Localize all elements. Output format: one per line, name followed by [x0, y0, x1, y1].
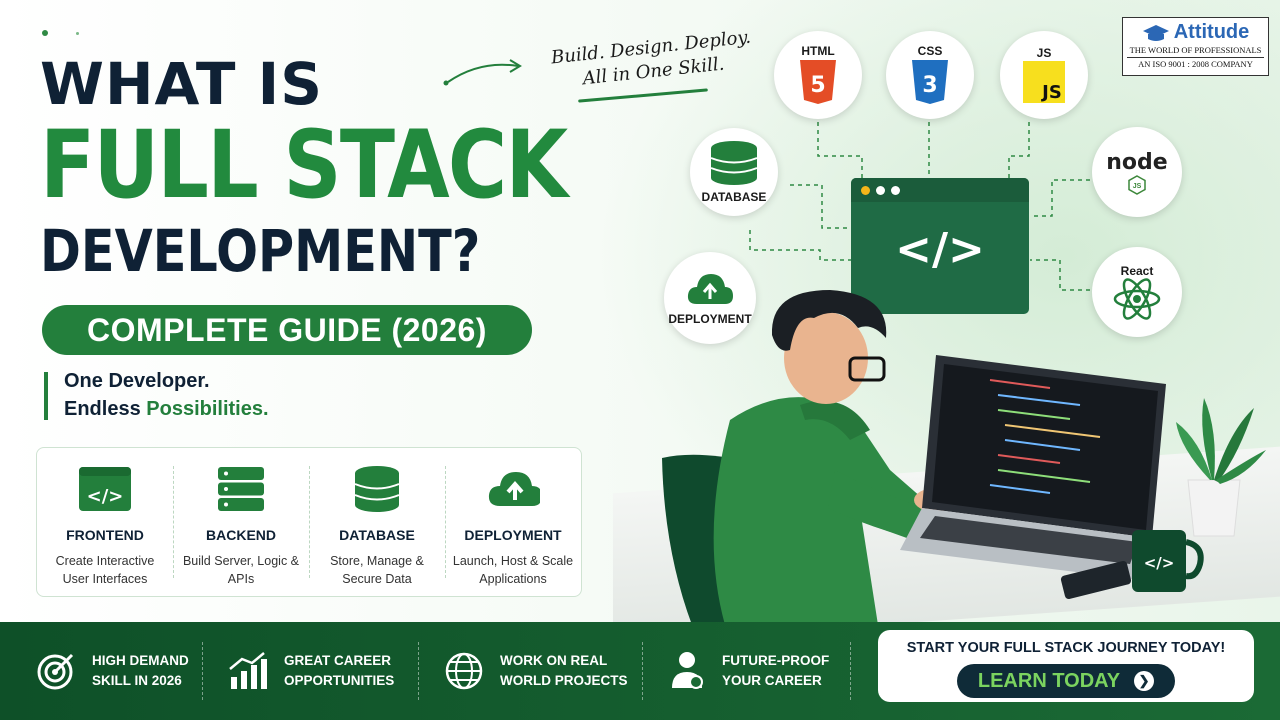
globe-icon: [445, 652, 483, 690]
benefit-line: FUTURE-PROOF: [722, 652, 830, 668]
mug-code-symbol: </>: [1144, 554, 1175, 572]
svg-text:JS: JS: [1133, 183, 1142, 190]
feature-title: DEPLOYMENT: [464, 527, 562, 543]
database-badge: DATABASE: [690, 128, 778, 216]
tagline-accent-bar: [44, 372, 48, 420]
feature-deployment: DEPLOYMENT Launch, Host & Scale Applicat…: [445, 448, 581, 596]
feature-desc: Create Interactive User Interfaces: [55, 554, 155, 587]
feature-title: FRONTEND: [66, 527, 144, 543]
logo-iso-line: AN ISO 9001 : 2008 COMPANY: [1127, 57, 1264, 69]
code-window-icon: </>: [78, 466, 132, 512]
html-label: HTML: [801, 44, 835, 58]
graduation-cap-icon: [1142, 24, 1169, 41]
banner-separator: [202, 642, 203, 700]
svg-text:JS: JS: [1040, 82, 1062, 103]
decorative-dot: [42, 30, 48, 36]
banner-separator: [418, 642, 419, 700]
cloud-upload-icon: [486, 466, 540, 512]
headline-what-is: WHAT IS: [40, 50, 324, 118]
benefit-line: GREAT CAREER: [284, 652, 392, 668]
tagline-highlight: Possibilities.: [146, 398, 269, 420]
cta-card: START YOUR FULL STACK JOURNEY TODAY! LEA…: [878, 630, 1254, 702]
window-dot: [891, 185, 900, 195]
window-dot: [876, 185, 885, 195]
css3-icon: 3: [912, 60, 948, 104]
plant-pot: [1187, 479, 1241, 537]
server-icon: [214, 466, 268, 512]
learn-today-label: LEARN TODAY: [977, 669, 1121, 692]
target-icon: [37, 653, 74, 690]
nodejs-hex-icon: JS: [1128, 174, 1146, 195]
feature-desc: Build Server, Logic & APIs: [182, 554, 300, 587]
feature-desc: Launch, Host & Scale Applications: [452, 554, 574, 587]
benefit-career: GREAT CAREER OPPORTUNITIES: [228, 622, 394, 720]
feature-title: DATABASE: [339, 527, 415, 543]
growth-chart-icon: [229, 652, 267, 689]
headline-development: DEVELOPMENT?: [40, 217, 481, 285]
benefit-line: HIGH DEMAND: [92, 652, 189, 668]
benefit-line: OPPORTUNITIES: [284, 673, 395, 688]
tagline-line-2: Endless Possibilities.: [64, 398, 269, 421]
attitude-logo: Attitude THE WORLD OF PROFESSIONALS AN I…: [1122, 17, 1269, 76]
html-badge: HTML 5: [774, 31, 862, 119]
benefit-line: YOUR CAREER: [722, 673, 822, 688]
logo-subtitle: THE WORLD OF PROFESSIONALS: [1129, 45, 1262, 55]
window-dot: [861, 185, 870, 195]
css-label: CSS: [917, 44, 943, 58]
career-person-icon: [672, 652, 703, 689]
tagline-prefix: Endless: [64, 398, 147, 420]
window-title-bar: [851, 178, 1029, 202]
feature-frontend: </> FRONTEND Create Interactive User Int…: [37, 448, 173, 596]
features-panel: </> FRONTEND Create Interactive User Int…: [36, 447, 582, 597]
laptop-screen: [932, 364, 1158, 530]
js-badge: JS JS: [1000, 31, 1088, 119]
react-label: React: [1120, 264, 1154, 278]
benefit-line: WORLD PROJECTS: [500, 673, 628, 688]
feature-desc: Store, Manage & Secure Data: [330, 554, 424, 587]
database-icon: [350, 466, 404, 512]
code-symbol: </>: [895, 224, 985, 275]
benefit-real-projects: WORK ON REAL WORLD PROJECTS: [444, 622, 628, 720]
banner-separator: [642, 642, 643, 700]
logo-name: Attitude: [1173, 21, 1250, 43]
benefit-line: SKILL IN 2026: [92, 673, 182, 688]
feature-backend: BACKEND Build Server, Logic & APIs: [173, 448, 309, 596]
headline-full-stack: FULL STACK: [40, 111, 568, 220]
benefit-line: WORK ON REAL: [500, 652, 608, 668]
node-label: node: [1106, 149, 1168, 175]
tagline-line-1: One Developer.: [64, 370, 210, 392]
learn-today-button[interactable]: LEARN TODAY ❯: [957, 664, 1175, 698]
javascript-icon: JS: [1023, 61, 1065, 103]
svg-text:3: 3: [922, 73, 937, 98]
svg-text:5: 5: [810, 73, 825, 98]
cta-title: START YOUR FULL STACK JOURNEY TODAY!: [906, 640, 1226, 656]
svg-text:</>: </>: [87, 486, 124, 507]
banner-separator: [850, 642, 851, 700]
benefit-high-demand: HIGH DEMAND SKILL IN 2026: [36, 622, 189, 720]
chevron-right-icon: ❯: [1134, 671, 1155, 691]
complete-guide-pill: COMPLETE GUIDE (2026): [42, 305, 532, 355]
developer-illustration: </>: [662, 290, 1266, 625]
decorative-dot: [76, 32, 79, 35]
css-badge: CSS 3: [886, 31, 974, 119]
database-icon: [710, 141, 758, 185]
js-label: JS: [1036, 46, 1052, 60]
curved-arrow-icon: [443, 59, 522, 86]
benefit-future-proof: FUTURE-PROOF YOUR CAREER: [668, 622, 829, 720]
database-label: DATABASE: [701, 190, 767, 204]
html5-icon: 5: [800, 60, 836, 104]
feature-database: DATABASE Store, Manage & Secure Data: [309, 448, 445, 596]
node-badge: node JS: [1092, 127, 1182, 217]
feature-title: BACKEND: [206, 527, 276, 543]
